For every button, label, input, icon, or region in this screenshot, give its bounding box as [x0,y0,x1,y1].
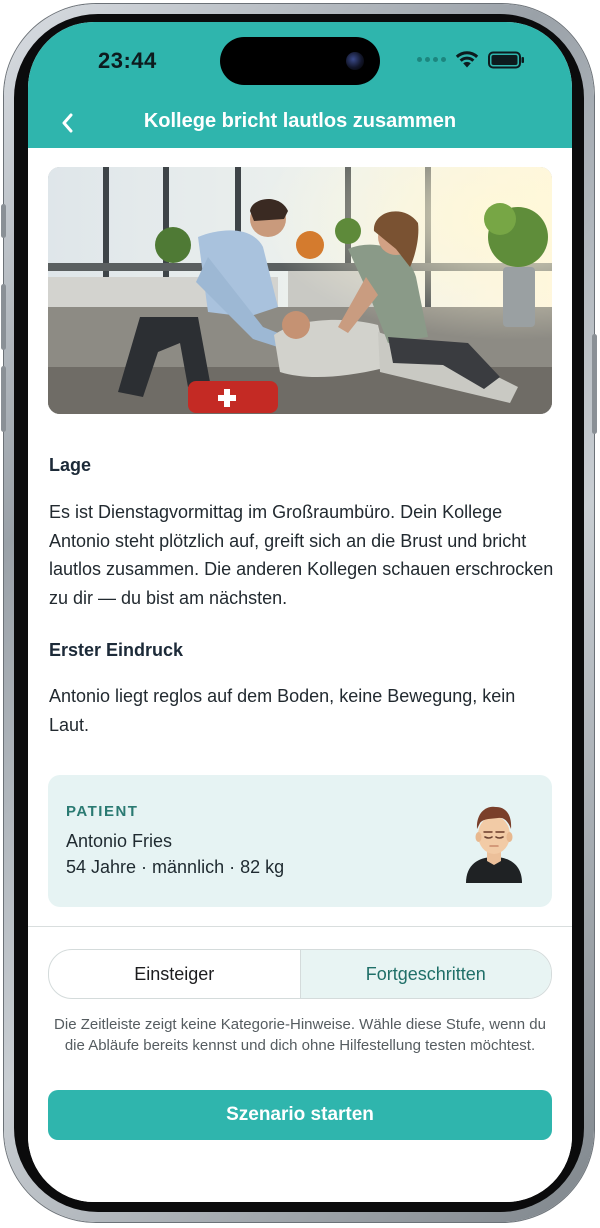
patient-details: 54 Jahre · männlich · 82 kg [66,857,285,877]
status-icons [417,50,526,69]
start-scenario-button[interactable]: Szenario starten [48,1090,552,1140]
section-title-erster-eindruck: Erster Eindruck [49,640,184,660]
section-text-erster-eindruck: Antonio liegt reglos auf dem Boden, kein… [49,686,516,735]
patient-card: PATIENT Antonio Fries 54 Jahre · männlic… [48,775,552,907]
battery-icon [488,51,524,68]
signal-icon [417,57,446,62]
scenario-content[interactable]: Lage Es ist Dienstagvormittag im Großrau… [28,148,572,926]
camera-icon [346,52,364,70]
segment-einsteiger[interactable]: Einsteiger [49,950,301,998]
app-header: 23:44 Kollege bricht lautlos zusammen [28,22,572,148]
section-text-lage: Es ist Dienstagvormittag im Großraumbüro… [49,502,554,608]
status-time: 23:44 [98,48,157,73]
patient-label: PATIENT [66,803,139,820]
volume-up-button [1,284,6,350]
wifi-icon [455,51,479,68]
volume-down-button [1,366,6,432]
patient-name: Antonio Fries [66,831,173,851]
navigation-bar: Kollege bricht lautlos zusammen [28,102,572,148]
patient-avatar [466,806,522,883]
power-button [592,334,597,434]
app-screen: 23:44 Kollege bricht lautlos zusammen La… [28,22,572,1202]
scenario-image [48,167,552,414]
difficulty-hint: Die Zeitleiste zeigt keine Kategorie-Hin… [54,1016,546,1054]
office-cpr-illustration [48,167,552,414]
section-title-lage: Lage [49,455,92,475]
bottom-panel: Einsteiger Fortgeschritten Die Zeitleist… [28,926,572,1202]
mute-switch [1,204,6,238]
difficulty-segmented-control: Einsteiger Fortgeschritten [48,949,552,999]
segment-fortgeschritten[interactable]: Fortgeschritten [300,950,551,998]
page-title: Kollege bricht lautlos zusammen [143,110,457,132]
dynamic-island [220,37,380,85]
